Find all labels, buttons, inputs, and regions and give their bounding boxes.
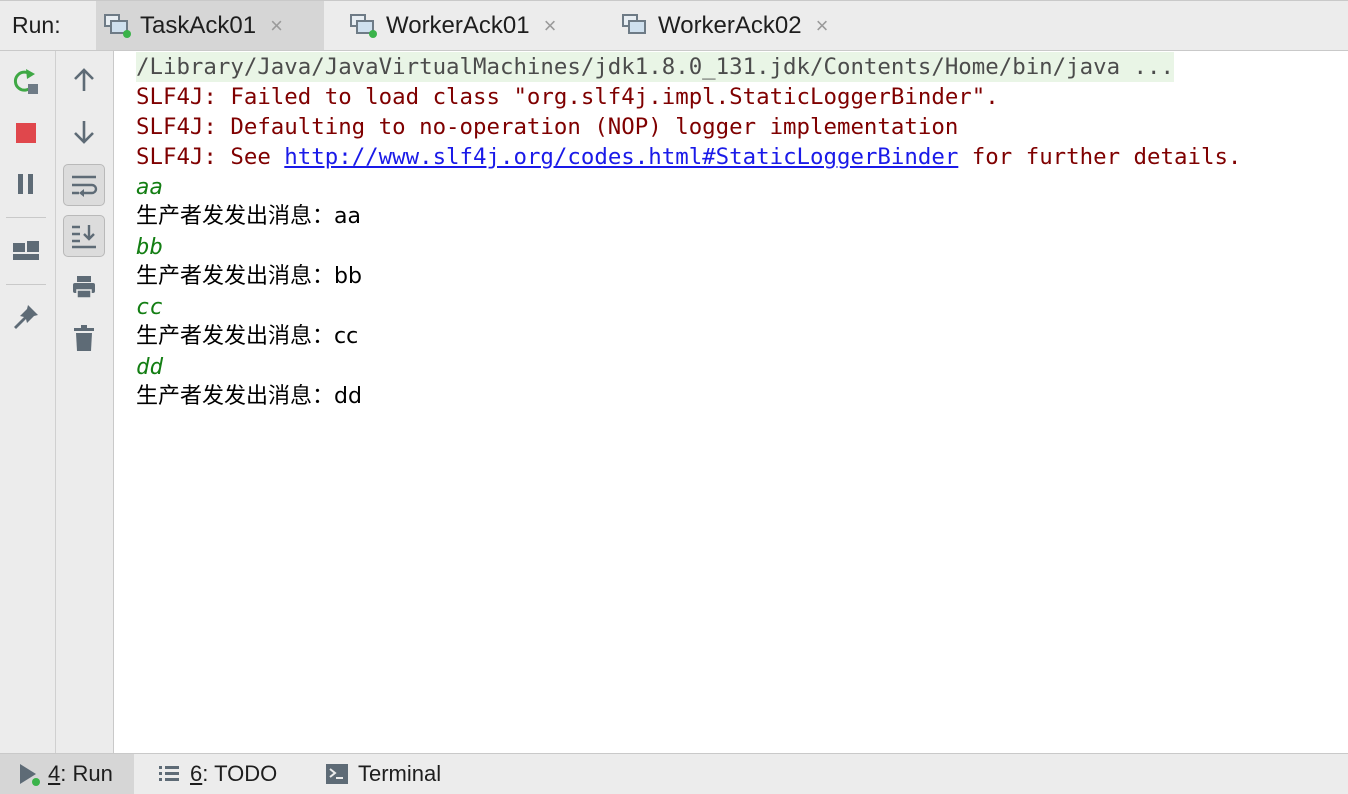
- console-output-line: 生产者发发出消息：bb: [136, 264, 362, 289]
- stop-icon: [16, 123, 36, 143]
- toolbar-divider: [6, 284, 46, 285]
- slf4j-link[interactable]: http://www.slf4j.org/codes.html#StaticLo…: [284, 144, 958, 170]
- run-icon: [20, 764, 40, 786]
- run-toolbar-left: [0, 51, 56, 753]
- run-command-line[interactable]: /Library/Java/JavaVirtualMachines/jdk1.8…: [136, 52, 1174, 82]
- up-arrow-icon: [74, 68, 94, 91]
- run-tab-bar: Run: TaskAck01 × WorkerAck01 × WorkerAck…: [0, 0, 1348, 51]
- pin-icon: [14, 305, 38, 329]
- console-output-line: 生产者发发出消息：aa: [136, 204, 361, 229]
- stop-button[interactable]: [6, 113, 46, 153]
- run-tab-label: : Run: [60, 761, 113, 786]
- terminal-icon: [326, 764, 348, 784]
- console-user-input: bb: [136, 234, 163, 260]
- print-icon: [73, 276, 95, 299]
- tool-window-bar: 4: Run 6: TODO Terminal: [0, 753, 1348, 794]
- close-icon[interactable]: ×: [544, 13, 557, 39]
- soft-wrap-button[interactable]: [63, 164, 105, 206]
- clear-all-button[interactable]: [64, 318, 104, 358]
- run-shortcut-key: 4: [48, 761, 61, 786]
- down-arrow-icon: [74, 121, 94, 144]
- close-icon[interactable]: ×: [816, 13, 829, 39]
- run-label: Run:: [12, 12, 61, 38]
- pin-tab-button[interactable]: [6, 297, 46, 337]
- pause-icon: [18, 174, 33, 194]
- rerun-button[interactable]: [6, 61, 46, 101]
- pause-button[interactable]: [6, 164, 46, 204]
- toolbar-divider: [6, 217, 46, 218]
- layout-icon: [13, 241, 39, 260]
- list-icon: [159, 766, 179, 781]
- console-error-line: SLF4J: See http://www.slf4j.org/codes.ht…: [136, 142, 1341, 172]
- tab-label: TaskAck01: [140, 11, 257, 39]
- error-text: SLF4J: See: [136, 144, 285, 170]
- terminal-tab-label: Terminal: [358, 761, 442, 786]
- run-config-icon: [350, 13, 377, 38]
- layout-button[interactable]: [6, 231, 46, 271]
- console-user-input: dd: [136, 354, 163, 380]
- console-output-line: 生产者发发出消息：cc: [136, 324, 359, 349]
- tab-label: WorkerAck01: [386, 11, 530, 39]
- previous-occurrence-button[interactable]: [64, 60, 104, 100]
- console-output-line: 生产者发发出消息：dd: [136, 384, 362, 409]
- tab-workerack01[interactable]: WorkerAck01 ×: [350, 1, 556, 50]
- console-output[interactable]: /Library/Java/JavaVirtualMachines/jdk1.8…: [136, 51, 1341, 751]
- next-occurrence-button[interactable]: [64, 112, 104, 152]
- todo-tab-label: : TODO: [202, 761, 278, 786]
- tab-taskack01[interactable]: TaskAck01 ×: [96, 1, 324, 50]
- soft-wrap-icon: [72, 175, 98, 197]
- console-error-line: SLF4J: Failed to load class "org.slf4j.i…: [136, 84, 999, 110]
- run-config-icon: [104, 13, 131, 38]
- run-config-icon: [622, 13, 648, 38]
- console-error-line: SLF4J: Defaulting to no-operation (NOP) …: [136, 114, 959, 140]
- todo-shortcut-key: 6: [190, 761, 203, 786]
- tab-workerack02[interactable]: WorkerAck02 ×: [622, 1, 828, 50]
- trash-icon: [74, 325, 94, 351]
- close-icon[interactable]: ×: [270, 13, 283, 39]
- print-button[interactable]: [64, 267, 104, 307]
- error-text: for further details.: [958, 144, 1242, 170]
- tab-label: WorkerAck02: [658, 11, 802, 39]
- console-user-input: aa: [136, 174, 163, 200]
- run-toolbar-right: [56, 51, 114, 753]
- console-user-input: cc: [136, 294, 163, 320]
- tool-window-run[interactable]: 4: Run: [0, 754, 134, 794]
- scroll-to-end-button[interactable]: [63, 215, 105, 257]
- tool-window-todo[interactable]: 6: TODO: [158, 754, 277, 794]
- scroll-to-end-icon: [72, 225, 96, 249]
- tool-window-terminal[interactable]: Terminal: [326, 754, 441, 794]
- rerun-icon: [13, 69, 38, 94]
